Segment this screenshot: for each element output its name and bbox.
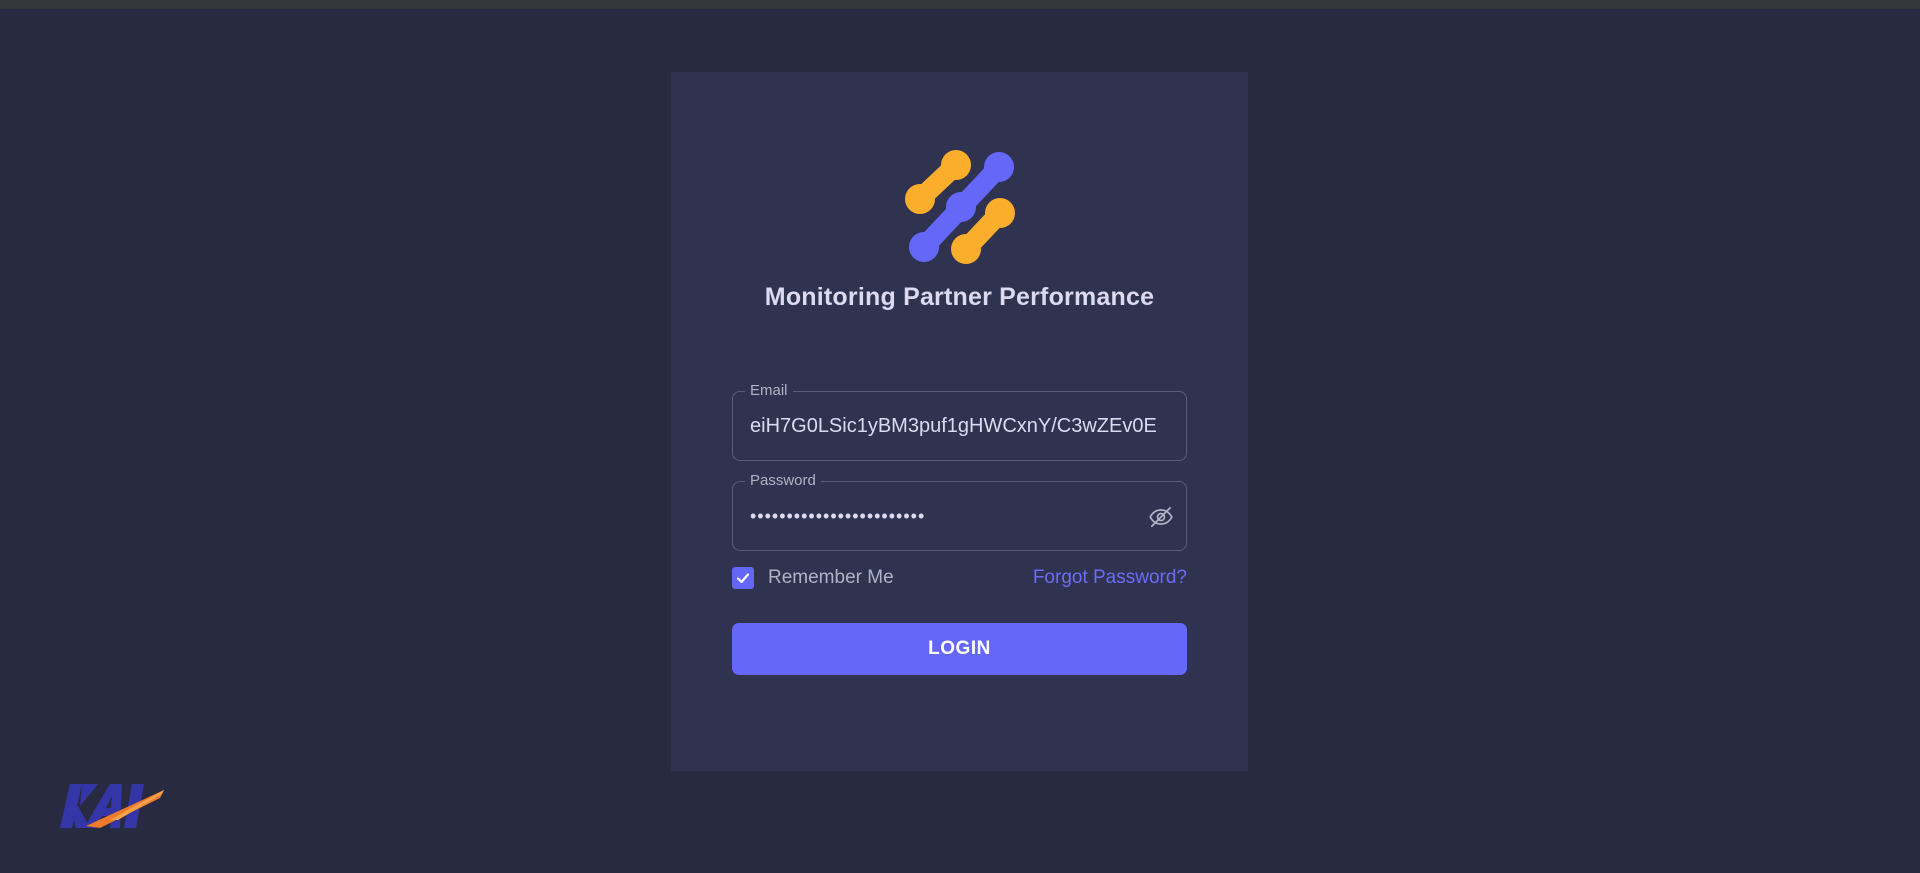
kai-logo: [60, 784, 164, 828]
email-field[interactable]: Email eiH7G0LSic1yBM3puf1gHWCxnY/C3wZEv0…: [732, 381, 1187, 461]
email-input[interactable]: eiH7G0LSic1yBM3puf1gHWCxnY/C3wZEv0E: [750, 392, 1170, 460]
molecule-logo-icon: [905, 150, 1015, 264]
eye-off-icon[interactable]: [1148, 504, 1174, 530]
checkbox-checked-icon[interactable]: [732, 567, 754, 589]
password-field[interactable]: Password ••••••••••••••••••••••••: [732, 471, 1187, 551]
remember-me-checkbox[interactable]: Remember Me: [732, 565, 894, 591]
remember-me-label: Remember Me: [768, 567, 894, 588]
page-title: Monitoring Partner Performance: [764, 283, 1155, 311]
forgot-password-link[interactable]: Forgot Password?: [1033, 565, 1187, 591]
login-button[interactable]: LOGIN: [732, 623, 1187, 675]
password-input[interactable]: ••••••••••••••••••••••••: [750, 482, 1110, 550]
login-card: Monitoring Partner Performance Email eiH…: [671, 72, 1248, 771]
window-top-bar: [0, 0, 1920, 9]
